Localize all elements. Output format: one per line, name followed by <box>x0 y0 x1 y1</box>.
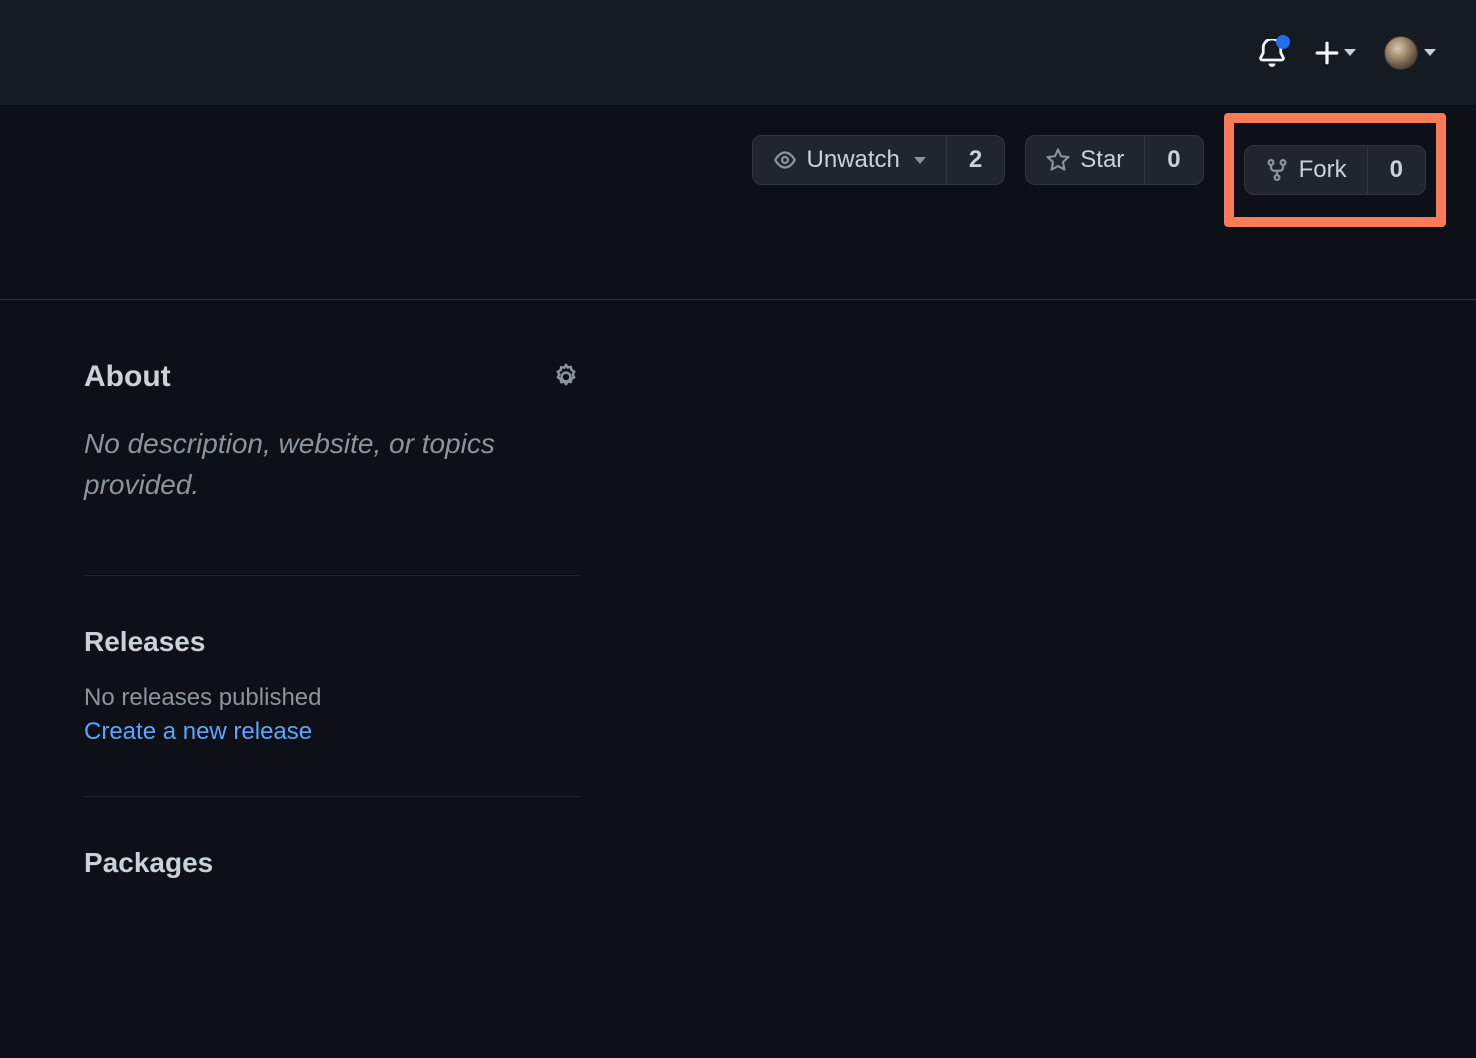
caret-down-icon <box>914 157 926 164</box>
releases-heading: Releases <box>84 626 580 658</box>
fork-icon <box>1265 158 1289 182</box>
star-label: Star <box>1080 146 1124 174</box>
unwatch-label: Unwatch <box>807 146 900 174</box>
releases-section: Releases No releases published Create a … <box>84 626 580 746</box>
gear-icon <box>552 363 580 391</box>
forks-count[interactable]: 0 <box>1367 146 1425 194</box>
divider <box>84 575 580 576</box>
about-settings-button[interactable] <box>552 363 580 391</box>
plus-icon <box>1314 40 1340 66</box>
releases-empty-text: No releases published <box>84 684 580 712</box>
global-header <box>0 0 1476 105</box>
fork-button-group: Fork 0 <box>1244 145 1426 195</box>
create-new-menu[interactable] <box>1314 40 1356 66</box>
notification-indicator-dot <box>1276 35 1290 49</box>
about-heading: About <box>84 360 171 394</box>
repo-sidebar: About No description, website, or topics… <box>0 300 580 879</box>
unwatch-button[interactable]: Unwatch <box>753 136 946 184</box>
repo-actions-bar: Unwatch 2 Star 0 Fork 0 <box>0 105 1476 300</box>
about-header: About <box>84 360 580 394</box>
caret-down-icon <box>1424 49 1436 56</box>
star-button[interactable]: Star <box>1026 136 1144 184</box>
fork-highlight-annotation: Fork 0 <box>1224 113 1446 227</box>
unwatch-button-group: Unwatch 2 <box>752 135 1006 185</box>
avatar <box>1384 36 1418 70</box>
divider <box>84 796 580 797</box>
about-description: No description, website, or topics provi… <box>84 424 580 505</box>
watchers-count[interactable]: 2 <box>946 136 1004 184</box>
stars-count[interactable]: 0 <box>1144 136 1202 184</box>
create-release-link[interactable]: Create a new release <box>84 718 580 746</box>
fork-button[interactable]: Fork <box>1245 146 1367 194</box>
packages-heading: Packages <box>84 847 580 879</box>
user-menu[interactable] <box>1384 36 1436 70</box>
caret-down-icon <box>1344 49 1356 56</box>
fork-label: Fork <box>1299 156 1347 184</box>
star-button-group: Star 0 <box>1025 135 1203 185</box>
eye-icon <box>773 148 797 172</box>
star-icon <box>1046 148 1070 172</box>
notifications-button[interactable] <box>1258 39 1286 67</box>
